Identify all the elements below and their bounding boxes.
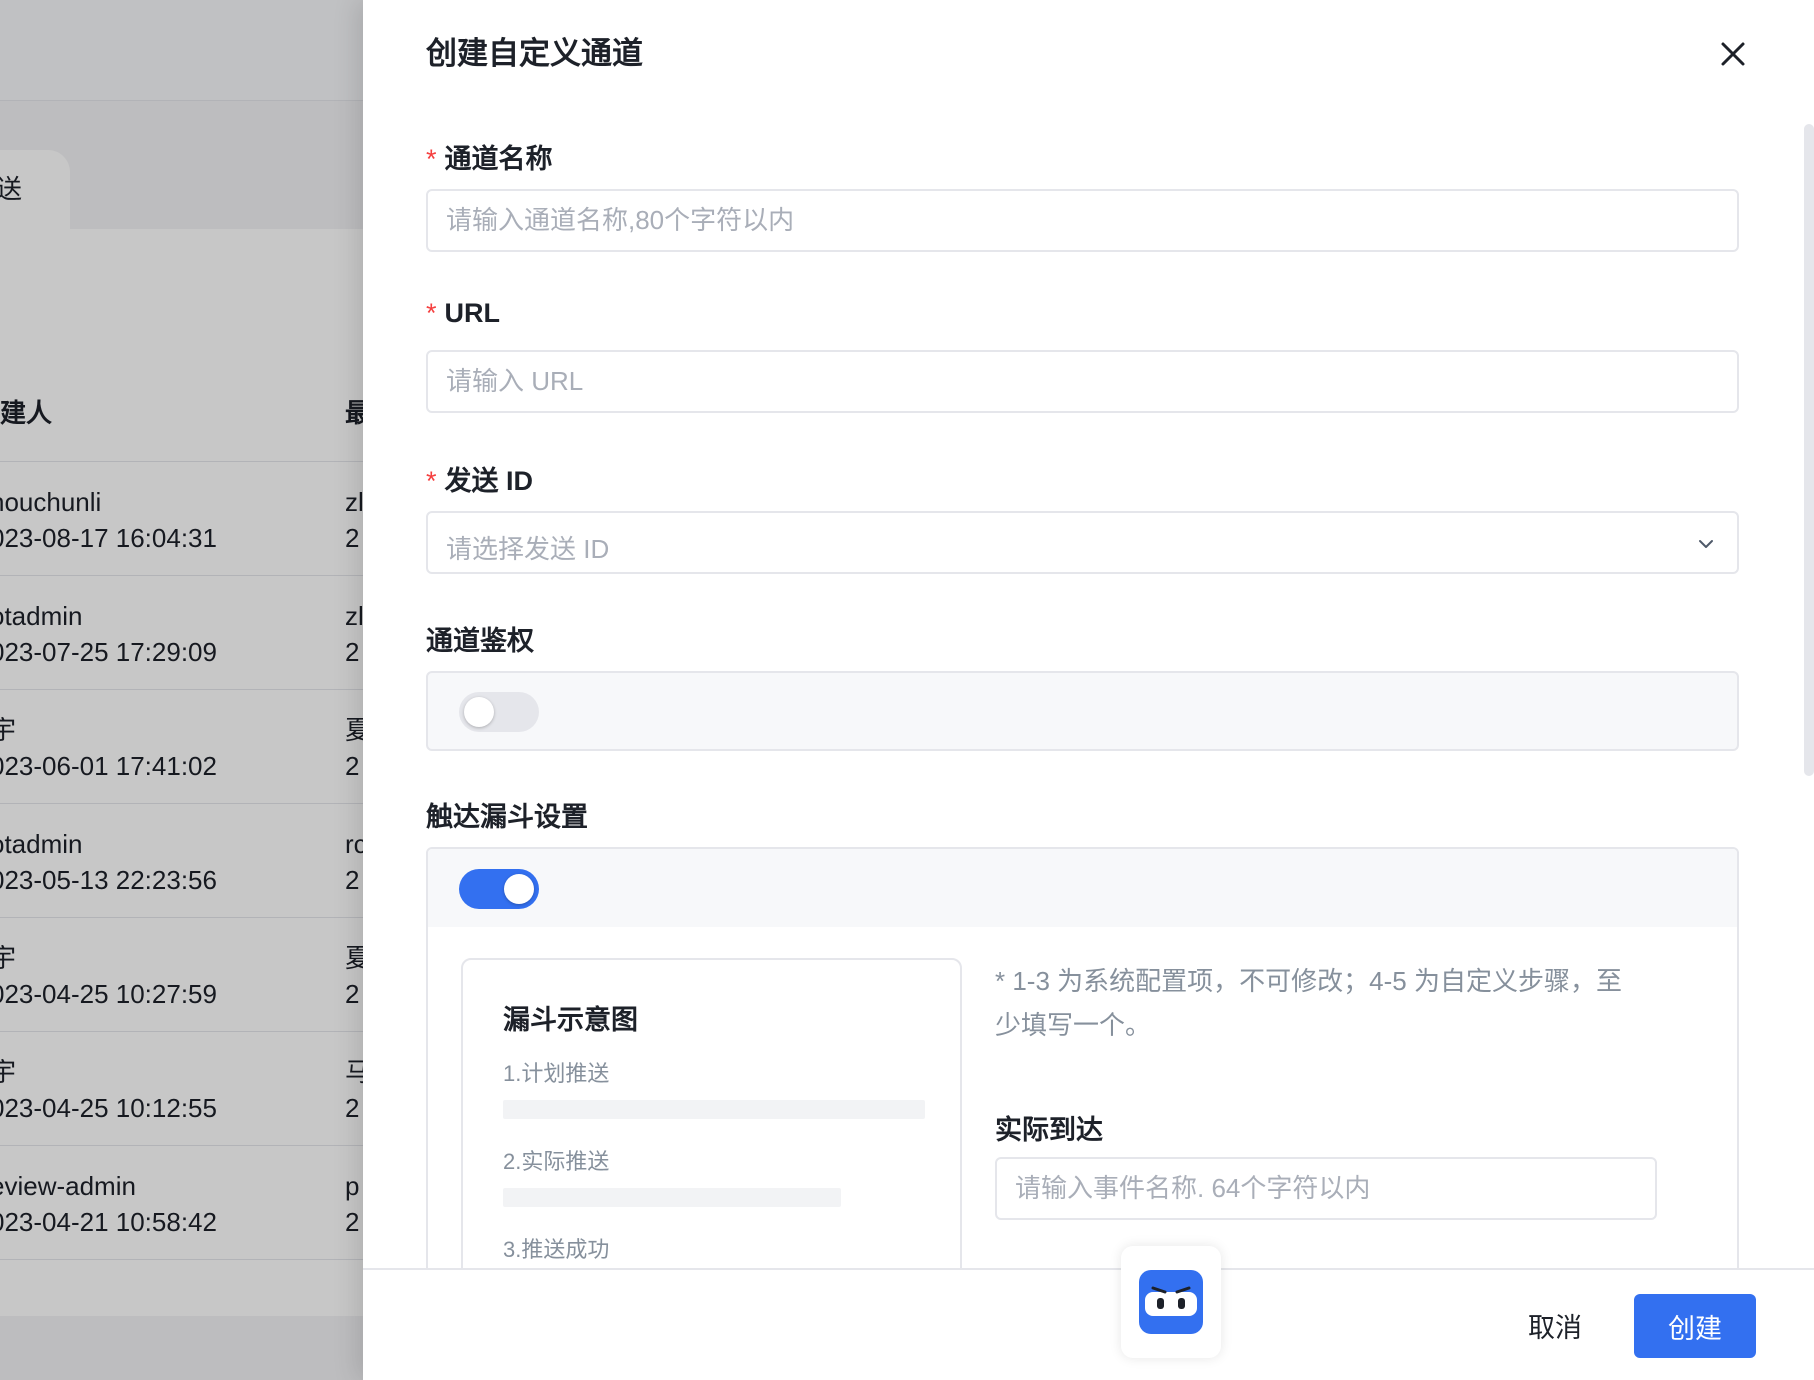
url-input[interactable] (426, 350, 1739, 413)
funnel-settings-label: 触达漏斗设置 (426, 802, 588, 832)
create-button[interactable]: 创建 (1634, 1294, 1756, 1358)
close-button[interactable] (1711, 32, 1755, 76)
required-mark: * (426, 144, 437, 174)
create-channel-drawer: 创建自定义通道 *通道名称 *URL *发送 ID 请选择发送 ID 通道鉴权 … (363, 0, 1814, 1380)
drawer-title: 创建自定义通道 (426, 36, 643, 71)
actual-reach-input[interactable] (995, 1157, 1657, 1220)
switch-knob (504, 874, 534, 904)
drawer-mask[interactable] (0, 0, 363, 1380)
assistant-button[interactable] (1121, 1246, 1221, 1358)
channel-name-label: * 通道名称 (426, 144, 553, 174)
funnel-step-label: 2.实际推送 (503, 1149, 610, 1174)
send-id-placeholder: 请选择发送 ID (446, 534, 610, 564)
robot-assistant-icon (1139, 1270, 1203, 1334)
drawer-scrollbar[interactable] (1804, 124, 1814, 776)
funnel-step-label: 3.推送成功 (503, 1237, 610, 1262)
required-mark: * (426, 466, 437, 496)
url-label: * URL (426, 298, 501, 328)
funnel-panel-header (428, 849, 1737, 927)
funnel-switch[interactable] (459, 869, 539, 909)
required-mark: * (426, 298, 437, 328)
funnel-step-label: 1.计划推送 (503, 1061, 610, 1086)
chevron-down-icon (1699, 540, 1713, 548)
funnel-hint-text: * 1-3 为系统配置项，不可修改；4-5 为自定义步骤，至少填写一个。 (995, 966, 1622, 1040)
channel-auth-panel (426, 671, 1739, 751)
send-id-label: * 发送 ID (426, 466, 534, 496)
funnel-step-bar (503, 1100, 925, 1119)
channel-name-input[interactable] (426, 189, 1739, 252)
funnel-step-bar (503, 1188, 841, 1207)
close-icon (1721, 42, 1745, 66)
cancel-button[interactable]: 取消 (1505, 1296, 1605, 1354)
channel-auth-switch[interactable] (459, 692, 539, 732)
channel-auth-label: 通道鉴权 (426, 626, 534, 656)
drawer-footer: 取消 创建 (363, 1246, 1814, 1380)
send-id-select[interactable]: 请选择发送 ID (426, 511, 1739, 574)
switch-knob (464, 697, 494, 727)
funnel-diagram-title: 漏斗示意图 (503, 1005, 638, 1035)
actual-reach-label: 实际到达 (995, 1115, 1103, 1145)
